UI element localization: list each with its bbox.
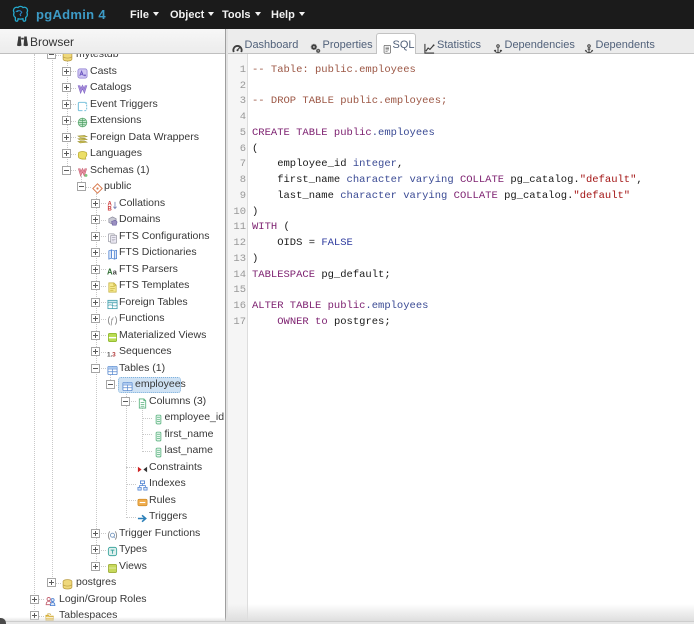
svg-text:3: 3: [112, 351, 116, 358]
svg-text:f: f: [111, 316, 115, 325]
svg-text:a: a: [113, 267, 118, 276]
svg-text:B: B: [107, 206, 112, 210]
